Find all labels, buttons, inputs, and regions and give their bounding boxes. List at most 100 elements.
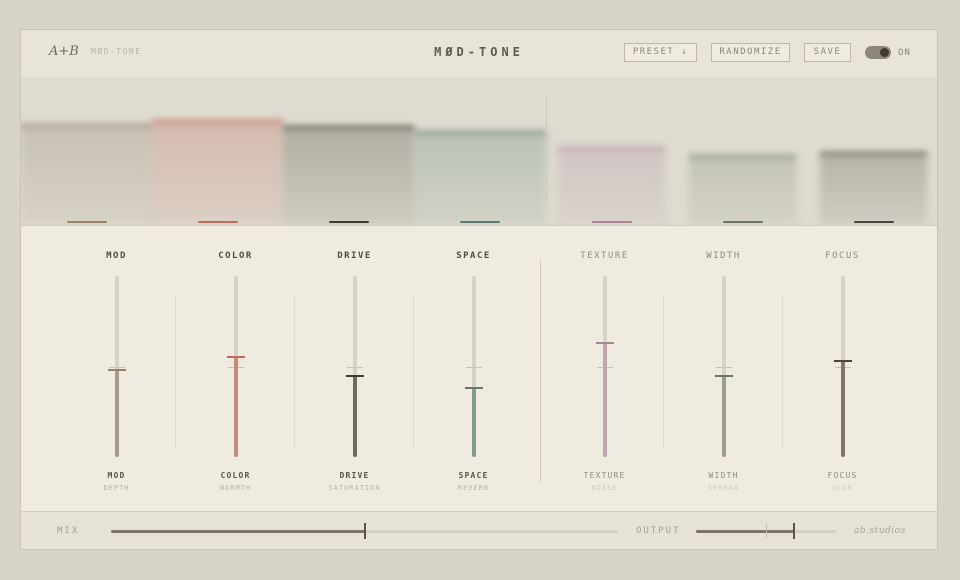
- viz-band-focus: [808, 77, 937, 225]
- output-unity-mark: [766, 524, 767, 538]
- power-toggle-label: ON: [898, 48, 911, 58]
- texture-slider-fill: [603, 342, 607, 457]
- control-focus: FOCUS FOCUS GLUE: [783, 225, 902, 515]
- save-button[interactable]: SAVE: [804, 43, 851, 62]
- control-title: TEXTURE: [580, 251, 629, 261]
- control-sublabel: NOISE: [591, 484, 618, 492]
- viz-band-level: [689, 154, 796, 161]
- column-divider: [175, 294, 176, 449]
- control-title: SPACE: [456, 251, 491, 261]
- drive-slider-handle[interactable]: [346, 374, 364, 377]
- power-toggle[interactable]: [865, 46, 891, 59]
- column-divider: [294, 294, 295, 449]
- drive-slider-fill: [353, 375, 357, 457]
- viz-band-level: [283, 125, 414, 132]
- width-slider-handle[interactable]: [715, 374, 733, 377]
- control-label: TEXTURE: [583, 471, 626, 480]
- width-slider-fill: [722, 375, 726, 457]
- control-label: SPACE: [458, 471, 489, 480]
- control-label: COLOR: [220, 471, 251, 480]
- control-label: MOD: [107, 471, 126, 480]
- viz-band-fill: [283, 128, 414, 225]
- viz-band-level: [414, 130, 546, 137]
- space-slider-fill: [472, 388, 476, 457]
- visualizer-panel: [21, 77, 937, 226]
- viz-band-fill: [414, 133, 546, 225]
- control-drive: DRIVE DRIVE SATURATION: [295, 225, 414, 515]
- column-divider: [782, 294, 783, 449]
- mod-slider-handle[interactable]: [108, 369, 126, 372]
- viz-band-level: [152, 118, 283, 125]
- control-title: WIDTH: [706, 251, 741, 261]
- center-mark: [109, 366, 125, 368]
- viz-band-space: [414, 77, 546, 225]
- control-color: COLOR COLOR WARMTH: [176, 225, 295, 515]
- viz-band-fill: [21, 126, 152, 225]
- viz-band-texture: [546, 77, 677, 225]
- texture-slider-handle[interactable]: [596, 341, 614, 344]
- output-slider[interactable]: [696, 523, 836, 539]
- viz-band-marker: [853, 221, 894, 223]
- center-mark: [466, 366, 482, 368]
- viz-band-marker: [722, 221, 763, 223]
- header-bar: A+B MØD-TONE MØD-TONE PRESET ↓ RANDOMIZE…: [21, 30, 937, 78]
- viz-band-fill: [820, 153, 927, 225]
- control-title: MOD: [106, 251, 127, 261]
- mix-label: MIX: [57, 526, 80, 536]
- control-title: DRIVE: [337, 251, 372, 261]
- color-slider-fill: [234, 357, 238, 457]
- viz-band-fill: [152, 121, 283, 225]
- viz-band-level: [21, 123, 152, 130]
- viz-band-mod: [21, 77, 152, 225]
- viz-band-marker: [460, 221, 500, 223]
- control-sublabel: SATURATION: [328, 484, 381, 492]
- preset-button[interactable]: PRESET ↓: [624, 43, 697, 62]
- viz-band-color: [152, 77, 283, 225]
- viz-band-marker: [591, 221, 632, 223]
- mix-slider-handle[interactable]: [363, 523, 366, 539]
- mix-slider-fill: [111, 530, 365, 533]
- viz-band-marker: [66, 221, 107, 223]
- control-label: WIDTH: [708, 471, 739, 480]
- viz-band-marker: [197, 221, 238, 223]
- output-slider-fill: [696, 530, 794, 533]
- section-divider: [540, 260, 541, 482]
- randomize-button[interactable]: RANDOMIZE: [711, 43, 790, 62]
- space-slider-handle[interactable]: [465, 387, 483, 390]
- control-title: COLOR: [218, 251, 253, 261]
- control-label: DRIVE: [339, 471, 370, 480]
- viz-band-fill: [689, 157, 796, 225]
- viz-band-marker: [328, 221, 369, 223]
- control-sublabel: WARMTH: [219, 484, 252, 492]
- plugin-title: MØD-TONE: [434, 45, 524, 59]
- color-slider-handle[interactable]: [227, 356, 245, 359]
- control-width: WIDTH WIDTH SPREAD: [664, 225, 783, 515]
- control-mod: MOD MOD DEPTH: [57, 225, 176, 515]
- control-label: FOCUS: [827, 471, 858, 480]
- output-slider-handle[interactable]: [793, 523, 795, 539]
- viz-band-level: [558, 146, 665, 153]
- column-divider: [663, 294, 664, 449]
- control-sublabel: SPREAD: [707, 484, 740, 492]
- control-sublabel: DEPTH: [103, 484, 130, 492]
- focus-slider-handle[interactable]: [834, 360, 852, 363]
- footer-bar: MIX OUTPUT ab.studios: [21, 511, 937, 549]
- mod-slider-fill: [115, 370, 119, 457]
- studio-signature: ab.studios: [854, 526, 906, 536]
- control-texture: TEXTURE TEXTURE NOISE: [545, 225, 664, 515]
- output-label: OUTPUT: [636, 526, 681, 536]
- control-sublabel: GLUE: [832, 484, 853, 492]
- mix-slider[interactable]: [111, 523, 618, 539]
- toggle-knob: [880, 48, 889, 57]
- viz-band-width: [677, 77, 808, 225]
- control-space: SPACE SPACE REVERB: [414, 225, 533, 515]
- focus-slider-fill: [841, 361, 845, 457]
- viz-section-divider: [546, 95, 547, 205]
- control-sublabel: REVERB: [457, 484, 490, 492]
- plugin-window: A+B MØD-TONE MØD-TONE PRESET ↓ RANDOMIZE…: [20, 29, 938, 550]
- viz-band-drive: [283, 77, 414, 225]
- viz-band-level: [820, 150, 927, 157]
- center-mark: [347, 366, 363, 368]
- column-divider: [413, 294, 414, 449]
- control-title: FOCUS: [825, 251, 860, 261]
